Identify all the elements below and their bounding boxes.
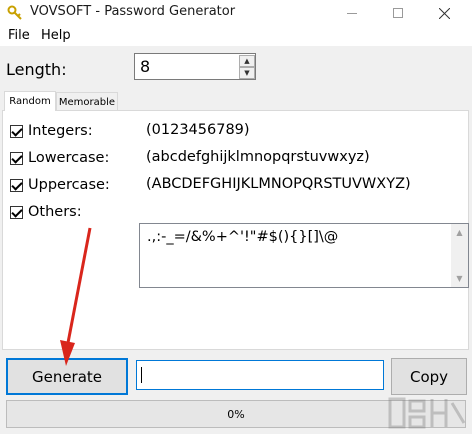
minimize-icon	[347, 12, 357, 14]
menu-file[interactable]: File	[8, 28, 30, 43]
password-output-field[interactable]	[136, 360, 384, 390]
lowercase-chars: (abcdefghijklmnopqrstuvwxyz)	[146, 149, 370, 165]
copy-button[interactable]: Copy	[391, 358, 467, 395]
others-option[interactable]: Others:	[10, 202, 82, 222]
close-button[interactable]	[421, 0, 467, 26]
menu-bar: File Help	[0, 26, 472, 46]
progress-text: 0%	[227, 407, 245, 421]
tab-panel-random: Integers: (0123456789) Lowercase: (abcde…	[2, 110, 469, 350]
lowercase-checkbox[interactable]	[10, 151, 23, 165]
integers-checkbox[interactable]	[10, 124, 23, 138]
watermark-logo	[388, 397, 466, 429]
tab-memorable[interactable]: Memorable	[56, 92, 118, 111]
uppercase-label: Uppercase:	[28, 177, 110, 193]
length-value[interactable]: 8	[140, 57, 150, 76]
length-area: Length: 8 ▲ ▼	[0, 46, 472, 90]
uppercase-checkbox[interactable]	[10, 178, 23, 192]
lowercase-option[interactable]: Lowercase:	[10, 148, 109, 168]
uppercase-chars: (ABCDEFGHIJKLMNOPQRSTUVWXYZ)	[146, 176, 411, 192]
title-bar: VOVSOFT - Password Generator	[0, 0, 472, 26]
others-chars[interactable]: .,:-_=/&%+^'!"#$(){}[]\@	[147, 229, 338, 245]
arrow-up-icon: ▲	[244, 57, 250, 65]
close-icon	[438, 7, 450, 19]
integers-label: Integers:	[28, 123, 93, 139]
others-checkbox[interactable]	[10, 205, 23, 219]
length-label: Length:	[6, 60, 67, 79]
others-scrollbar[interactable]: ▲ ▼	[451, 224, 468, 287]
tab-random[interactable]: Random	[4, 91, 56, 111]
generate-button[interactable]: Generate	[6, 358, 128, 395]
menu-help[interactable]: Help	[41, 28, 71, 43]
scroll-down-icon[interactable]: ▼	[451, 270, 468, 287]
key-icon	[7, 5, 22, 20]
spin-down-button[interactable]: ▼	[239, 67, 255, 79]
integers-chars: (0123456789)	[146, 122, 250, 138]
text-caret	[141, 367, 142, 383]
length-spinner[interactable]: 8 ▲ ▼	[134, 53, 256, 80]
lowercase-label: Lowercase:	[28, 150, 110, 166]
maximize-button[interactable]	[375, 0, 421, 26]
arrow-down-icon: ▼	[244, 69, 250, 77]
others-chars-field[interactable]: .,:-_=/&%+^'!"#$(){}[]\@ ▲ ▼	[139, 223, 469, 288]
tab-control: Random Memorable Integers: (0123456789) …	[0, 90, 472, 352]
uppercase-option[interactable]: Uppercase:	[10, 175, 110, 195]
spin-up-button[interactable]: ▲	[239, 55, 255, 67]
maximize-icon	[393, 8, 403, 18]
window-title: VOVSOFT - Password Generator	[30, 4, 236, 19]
minimize-button[interactable]	[329, 0, 375, 26]
scroll-up-icon[interactable]: ▲	[451, 224, 468, 241]
others-label: Others:	[28, 204, 82, 220]
integers-option[interactable]: Integers:	[10, 121, 93, 141]
